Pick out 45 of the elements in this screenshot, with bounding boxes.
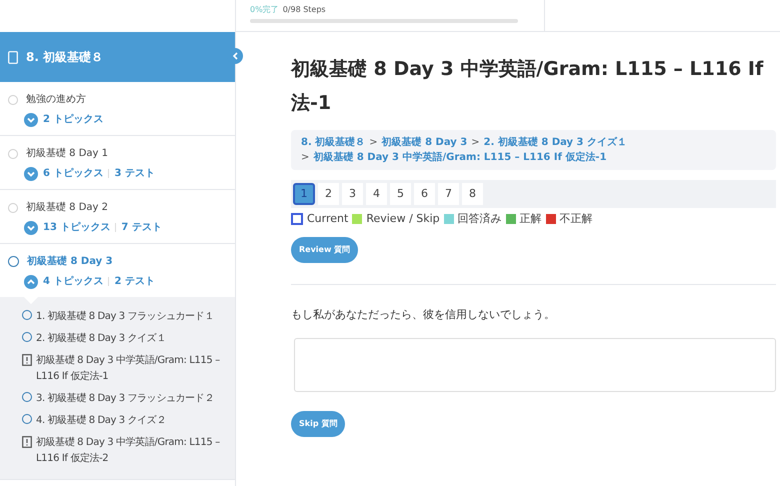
document-icon: [22, 354, 32, 366]
chevron-up-icon[interactable]: [24, 274, 38, 288]
legend-label: 不正解: [560, 211, 593, 227]
lesson-title[interactable]: 初級基礎 8 Day 1: [26, 146, 108, 161]
chevron-down-icon[interactable]: [24, 166, 38, 180]
tests-count: 7 テスト: [121, 221, 162, 235]
progress-steps: 0/98 Steps: [282, 4, 326, 16]
question-text: もし私があなただったら、彼を信用しないでしょう。: [291, 306, 556, 322]
topics-count: 6 トピックス: [43, 166, 104, 181]
book-icon: [8, 50, 18, 64]
topics-count: 13 トピックス: [43, 220, 110, 235]
legend-label: Review / Skip: [366, 211, 440, 227]
progress-percent: 0%完了: [250, 4, 279, 16]
page-button[interactable]: 3: [342, 183, 363, 205]
document-icon: [22, 436, 32, 448]
topic-link[interactable]: 初級基礎 8 Day 3 中学英語/Gram: L115 – L116 If 仮定法-2: [36, 435, 231, 467]
page-button[interactable]: 6: [414, 183, 435, 205]
topic-link[interactable]: 2. 初級基礎 8 Day 3 クイズ１: [36, 331, 166, 347]
tests-count: 2 テスト: [114, 275, 155, 289]
lesson-title[interactable]: 初級基礎 8 Day 3: [27, 254, 113, 269]
topic-link[interactable]: 初級基礎 8 Day 3 中学英語/Gram: L115 – L116 If 仮定法-1: [36, 353, 231, 385]
topic-link[interactable]: 4. 初級基礎 8 Day 3 クイズ２: [36, 413, 166, 429]
topic-link[interactable]: 1. 初級基礎 8 Day 3 フラッシュカード１: [36, 309, 214, 325]
page-button[interactable]: 5: [390, 183, 411, 205]
page-title: 初級基礎 8 Day 3 中学英語/Gram: L115 – L116 If 法-1: [291, 57, 764, 116]
topics-count: 4 トピックス: [43, 274, 104, 289]
legend-label: 回答済み: [458, 211, 502, 227]
chevron-left-icon: [232, 52, 238, 60]
page-button[interactable]: 8: [462, 183, 483, 205]
legend-label: 正解: [520, 211, 542, 227]
page-button[interactable]: 4: [366, 183, 387, 205]
page-button[interactable]: 7: [438, 183, 459, 205]
course-title: 8. 初級基礎８: [26, 49, 104, 66]
tests-count: 3 テスト: [114, 167, 155, 181]
breadcrumb-separator: >: [471, 136, 480, 150]
breadcrumb-separator: >: [301, 151, 310, 165]
breadcrumb-separator: >: [369, 136, 378, 150]
topics-count: 2 トピックス: [43, 112, 104, 127]
chevron-down-icon[interactable]: [24, 112, 38, 126]
chevron-down-icon[interactable]: [24, 220, 38, 234]
legend-label: Current: [307, 211, 348, 227]
lesson-title[interactable]: 初級基礎 8 Day 2: [26, 200, 108, 215]
page-button[interactable]: 2: [318, 183, 339, 205]
topic-link[interactable]: 3. 初級基礎 8 Day 3 フラッシュカード２: [36, 391, 214, 407]
lesson-title[interactable]: 勉強の進め方: [26, 92, 86, 107]
